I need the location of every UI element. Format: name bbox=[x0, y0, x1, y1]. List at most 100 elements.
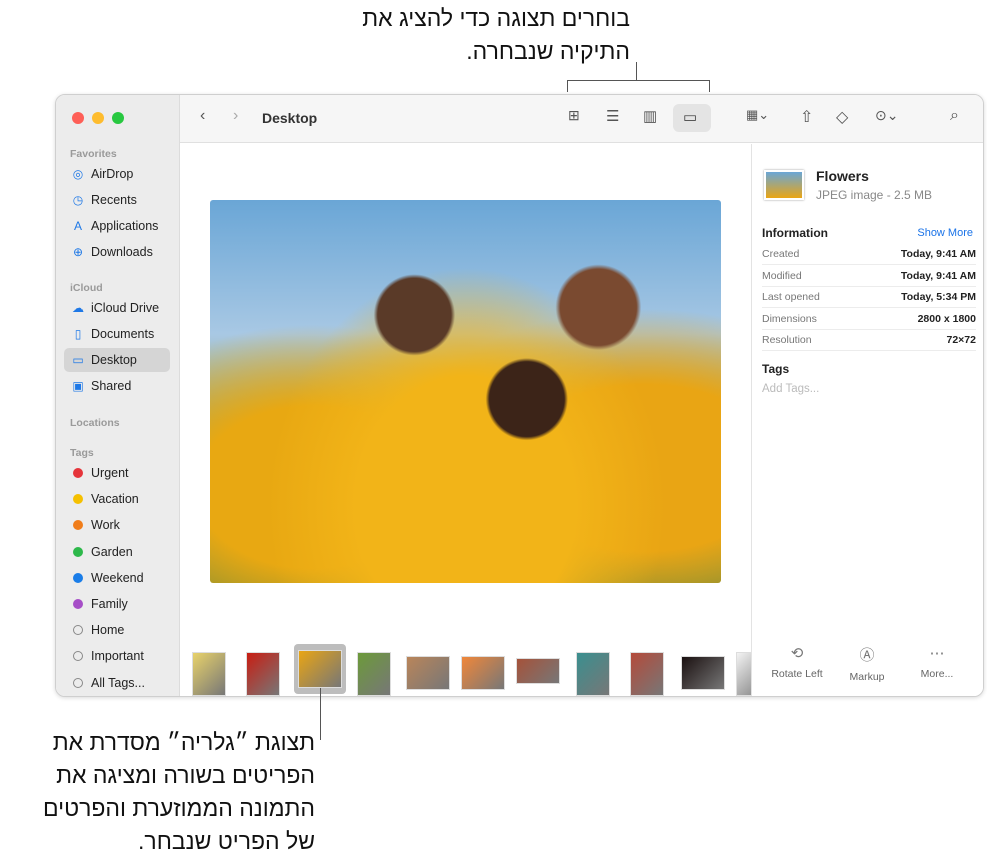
zoom-button[interactable] bbox=[112, 112, 124, 124]
gallery-thumbnail[interactable] bbox=[630, 652, 664, 696]
markup-button[interactable]: Ⓐ Markup bbox=[832, 644, 902, 683]
share-icon[interactable]: ⇧ bbox=[800, 107, 813, 127]
sidebar-item-label: Important bbox=[91, 649, 144, 664]
gallery-view-button[interactable]: ▭ bbox=[673, 104, 711, 132]
info-value: Today, 9:41 AM bbox=[900, 248, 976, 260]
sidebar-tag-8[interactable]: All Tags... bbox=[64, 671, 170, 695]
information-heading: Information bbox=[762, 226, 828, 240]
sidebar-item-label: Shared bbox=[91, 379, 132, 393]
sidebar-item-label: All Tags... bbox=[91, 675, 145, 690]
more-icon: ⋯ bbox=[929, 645, 945, 662]
tags-heading: Tags bbox=[762, 362, 790, 376]
sidebar-tag-0[interactable]: Urgent bbox=[64, 461, 170, 485]
sidebar-item-recents[interactable]: ◷ Recents bbox=[64, 188, 170, 212]
tag-color-icon bbox=[73, 468, 83, 478]
info-label: Resolution bbox=[762, 334, 812, 346]
info-value: 72×72 bbox=[946, 334, 977, 346]
tag-color-icon bbox=[73, 625, 83, 636]
callout-bracket-left bbox=[567, 80, 568, 92]
sidebar-tag-3[interactable]: Garden bbox=[64, 540, 170, 564]
gallery-view-icon: ▭ bbox=[683, 109, 698, 126]
search-icon[interactable]: ⌕ bbox=[950, 107, 959, 125]
info-value: Today, 5:34 PM bbox=[901, 291, 976, 303]
action-label: Markup bbox=[849, 671, 885, 683]
group-icon[interactable]: ▦⌄ bbox=[746, 107, 769, 123]
section-locations: Locations bbox=[70, 417, 120, 429]
sidebar-icon: ▯ bbox=[74, 327, 82, 341]
callout-line bbox=[636, 62, 637, 80]
sidebar-item-icloud-drive[interactable]: ☁ iCloud Drive bbox=[64, 296, 170, 320]
callout-top: בוחרים תצוגה כדי להציג את התיקיה שנבחרה. bbox=[362, 5, 630, 64]
sidebar-item-desktop[interactable]: ▭ Desktop bbox=[64, 348, 170, 372]
info-label: Last opened bbox=[762, 291, 820, 303]
preview-pane: Flowers JPEG image - 2.5 MB Information … bbox=[751, 144, 983, 696]
gallery-thumbnail[interactable] bbox=[681, 656, 725, 690]
sidebar-item-label: Documents bbox=[91, 327, 155, 341]
add-tags-field[interactable]: Add Tags... bbox=[762, 383, 819, 395]
sidebar-item-label: Downloads bbox=[91, 245, 153, 259]
rotate-left-icon: ⟲ bbox=[790, 645, 804, 662]
finder-window: Favorites ◎ AirDrop ◷ Recents A Applications ⊕… bbox=[55, 94, 984, 697]
section-tags: Tags bbox=[70, 447, 94, 459]
more-button[interactable]: ⋯ More... bbox=[902, 644, 972, 680]
file-name: Flowers bbox=[816, 168, 869, 184]
gallery-thumbnail[interactable] bbox=[246, 652, 280, 696]
sidebar-tag-7[interactable]: Important bbox=[64, 644, 170, 668]
sidebar-item-airdrop[interactable]: ◎ AirDrop bbox=[64, 162, 170, 186]
tag-color-icon bbox=[73, 677, 83, 688]
sidebar-icon: ▭ bbox=[72, 353, 84, 367]
info-row: Created Today, 9:41 AM bbox=[762, 244, 976, 265]
icon-view-icon[interactable]: ⊞ bbox=[568, 107, 580, 124]
sidebar-tag-6[interactable]: Home bbox=[64, 618, 170, 642]
close-button[interactable] bbox=[72, 112, 84, 124]
preview-image bbox=[210, 200, 721, 583]
action-label: Rotate Left bbox=[771, 668, 823, 680]
tag-color-icon bbox=[73, 546, 83, 557]
minimize-button[interactable] bbox=[92, 112, 104, 124]
forward-icon[interactable]: › bbox=[233, 107, 238, 125]
sidebar-tag-5[interactable]: Family bbox=[64, 592, 170, 616]
sidebar-item-label: Weekend bbox=[91, 570, 144, 585]
rotate-left-button[interactable]: ⟲ Rotate Left bbox=[762, 644, 832, 680]
info-row: Resolution 72×72 bbox=[762, 330, 976, 351]
info-row: Modified Today, 9:41 AM bbox=[762, 266, 976, 287]
sidebar-item-label: Recents bbox=[91, 193, 137, 207]
info-label: Dimensions bbox=[762, 312, 817, 325]
gallery-thumbnail[interactable] bbox=[406, 656, 450, 690]
show-more-link[interactable]: Show More bbox=[917, 227, 973, 239]
info-value: Today, 9:41 AM bbox=[900, 269, 976, 282]
sidebar-item-label: Applications bbox=[91, 219, 159, 233]
sidebar-item-label: Vacation bbox=[91, 492, 139, 507]
gallery-thumbnail[interactable] bbox=[298, 650, 342, 688]
gallery-thumbnail[interactable] bbox=[461, 656, 505, 690]
list-view-icon[interactable]: ☰ bbox=[606, 107, 619, 125]
info-row: Dimensions 2800 x 1800 bbox=[762, 309, 976, 330]
sidebar-tag-1[interactable]: Vacation bbox=[64, 487, 170, 511]
action-label: More... bbox=[920, 668, 954, 680]
back-icon[interactable]: ‹ bbox=[200, 107, 205, 125]
tag-color-icon bbox=[73, 520, 83, 531]
gallery-thumbnail[interactable] bbox=[192, 652, 226, 696]
sidebar-item-label: iCloud Drive bbox=[91, 301, 160, 315]
gallery-thumbnail[interactable] bbox=[357, 652, 391, 696]
tag-color-icon bbox=[73, 572, 83, 583]
sidebar-item-shared[interactable]: ▣ Shared bbox=[64, 374, 170, 398]
callout-line-bottom bbox=[320, 688, 321, 740]
more-actions-icon[interactable]: ⊙⌄ bbox=[875, 107, 898, 124]
gallery-thumbnail[interactable] bbox=[576, 652, 610, 696]
sidebar-tag-4[interactable]: Weekend bbox=[64, 566, 170, 590]
callout-bracket bbox=[567, 80, 710, 81]
callout-bottom: תצוגת ״גלריה״ מסדרת את הפריטים בשורה ומצי… bbox=[42, 729, 315, 854]
gallery-thumbnail[interactable] bbox=[516, 658, 560, 684]
sidebar-item-documents[interactable]: ▯ Documents bbox=[64, 322, 170, 346]
sidebar-item-label: Work bbox=[91, 518, 120, 533]
gallery-area bbox=[180, 144, 770, 696]
sidebar-icon: ☁ bbox=[72, 301, 84, 315]
column-view-icon[interactable]: ▥ bbox=[643, 107, 657, 125]
sidebar-item-downloads[interactable]: ⊕ Downloads bbox=[64, 240, 170, 264]
sidebar-tag-2[interactable]: Work bbox=[64, 513, 170, 537]
sidebar-item-applications[interactable]: A Applications bbox=[64, 214, 170, 238]
tag-icon[interactable]: ◇ bbox=[836, 107, 848, 127]
file-thumbnail bbox=[764, 170, 804, 200]
info-row: Last opened Today, 5:34 PM bbox=[762, 287, 976, 308]
